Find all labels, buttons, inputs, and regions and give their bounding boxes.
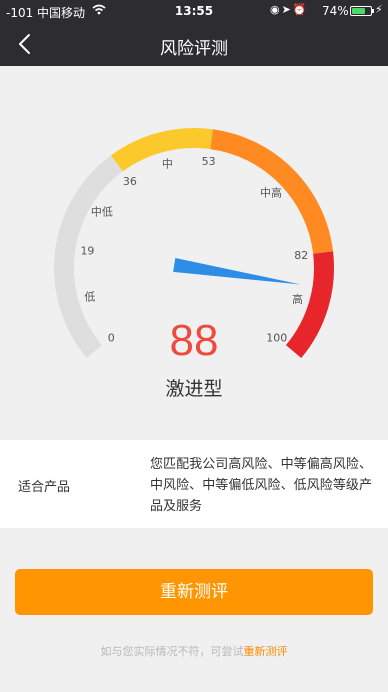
orientation-lock-icon: ◉ <box>270 3 282 16</box>
battery-percentage: 74% <box>322 4 349 18</box>
retest-link[interactable]: 重新测评 <box>244 645 288 658</box>
risk-type-label: 激进型 <box>165 378 222 400</box>
navigation-bar: 风险评测 <box>0 22 388 66</box>
system-status-icons: ◉➤⏰ <box>270 3 309 16</box>
risk-gauge: 0 19 36 53 82 100 低 中低 中中高高 88 激进型 <box>0 66 388 440</box>
gauge-band-label: 中 <box>162 157 173 170</box>
gauge-dial: 0 19 36 53 82 100 低 中低 中中高高 88 激进型 <box>54 128 334 400</box>
gauge-tick-label: 82 <box>294 249 308 262</box>
gauge-band-label: 中低 <box>91 206 113 219</box>
gauge-tick-label: 100 <box>266 331 287 344</box>
gauge-band-label: 中高 <box>260 185 282 199</box>
suitable-products-card: 适合产品 您匹配我公司高风险、中等偏高风险、中风险、中等偏低风险、低风险等级产品… <box>0 440 388 528</box>
gauge-band-label: 高 <box>292 292 303 306</box>
battery-level <box>352 8 366 14</box>
footer-hint-text: 如与您实际情况不符，可尝试 <box>100 645 244 658</box>
gauge-tick-label: 19 <box>80 244 94 257</box>
battery-cap <box>372 9 374 13</box>
page-title: 风险评测 <box>160 39 228 59</box>
risk-score: 88 <box>170 316 219 365</box>
suitable-products-label: 适合产品 <box>18 480 71 495</box>
location-icon: ➤ <box>281 3 293 16</box>
alarm-icon: ⏰ <box>292 3 309 16</box>
footer-hint: 如与您实际情况不符，可尝试重新测评 <box>0 643 388 659</box>
gauge-needle <box>173 258 301 285</box>
gauge-tick-label: 36 <box>123 175 137 188</box>
charging-icon: ⚡ <box>375 3 383 16</box>
retest-button[interactable]: 重新测评 <box>15 569 373 615</box>
status-bar: -101 中国移动 13:55 ◉➤⏰ 74% ⚡ <box>0 0 388 22</box>
suitable-products-description: 您匹配我公司高风险、中等偏高风险、中风险、中等偏低风险、低风险等级产品及服务 <box>150 457 372 514</box>
battery-icon <box>350 6 374 16</box>
gauge-segment-0 <box>54 155 123 358</box>
gauge-band-label: 低 <box>84 290 95 303</box>
gauge-tick-label: 0 <box>108 331 115 344</box>
gauge-tick-label: 53 <box>202 155 216 168</box>
